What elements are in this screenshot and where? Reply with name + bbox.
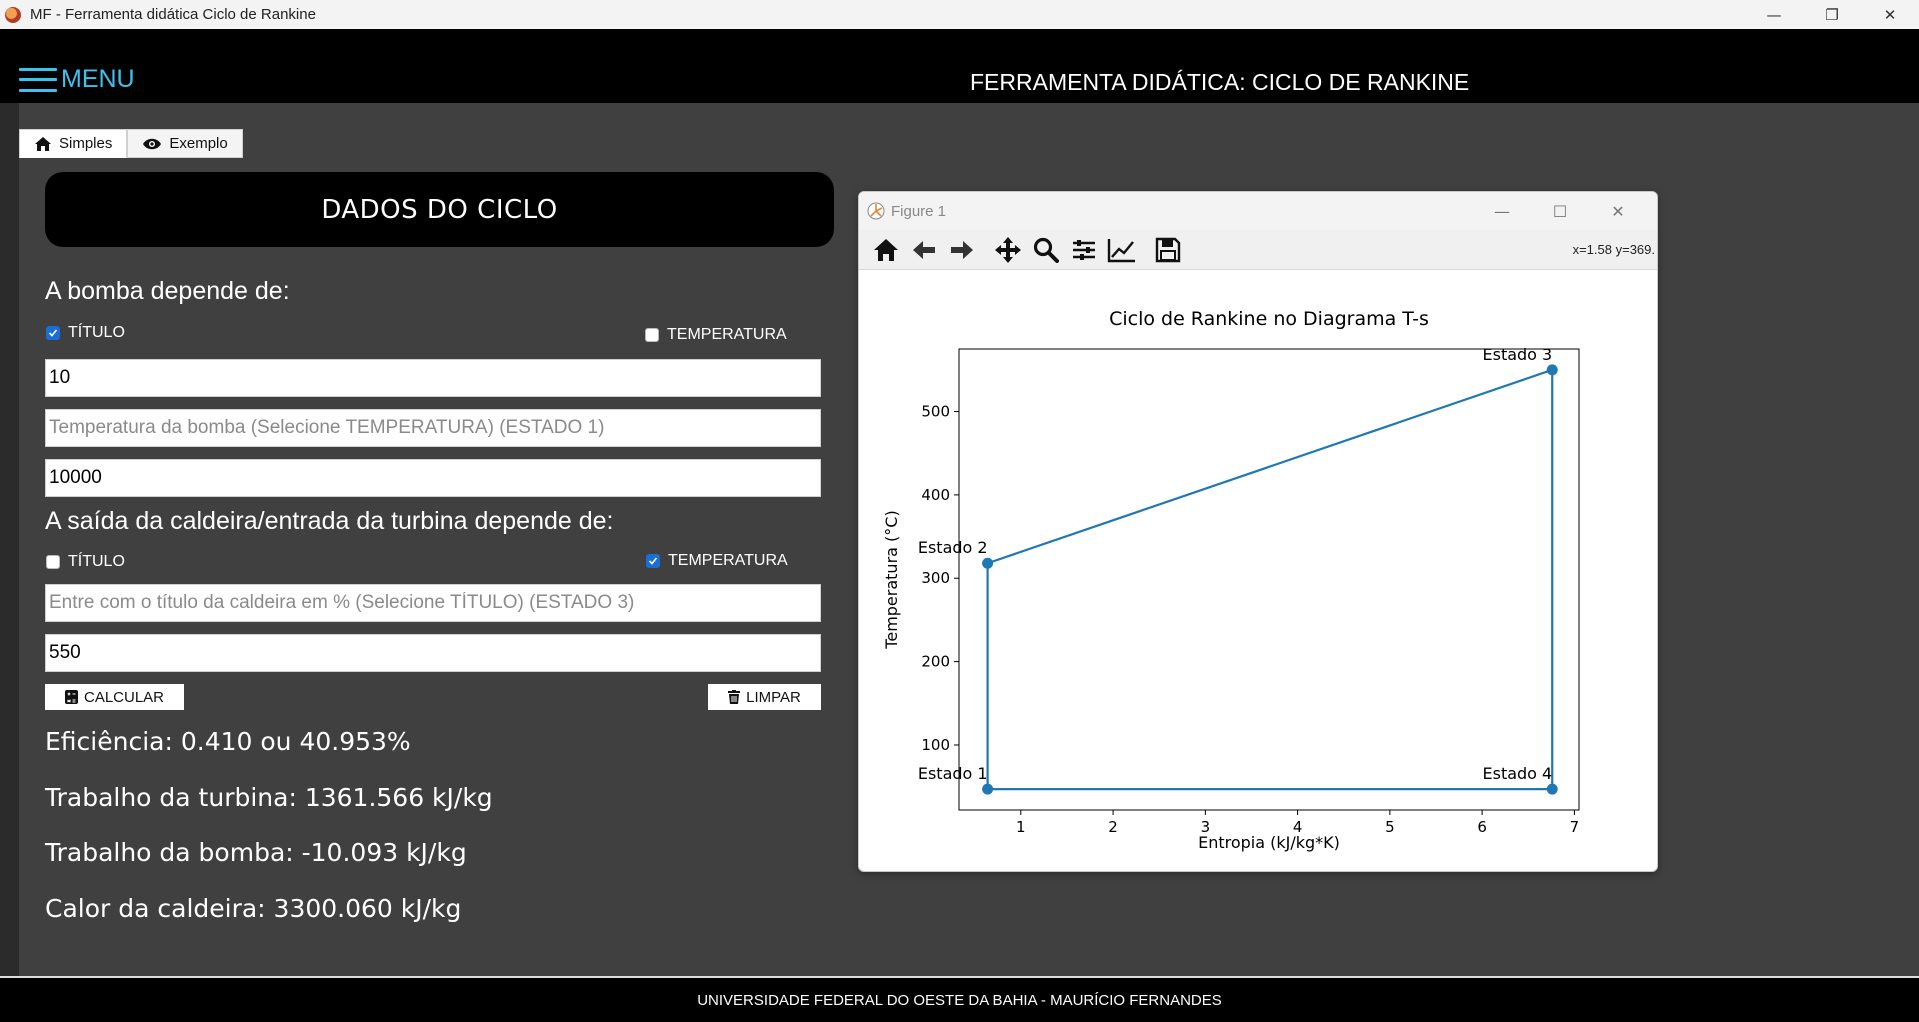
back-arrow-icon[interactable] <box>907 233 941 267</box>
hamburger-icon <box>19 67 57 92</box>
calcular-label: CALCULAR <box>83 688 165 706</box>
axes-frame <box>958 348 1580 811</box>
figure-titlebar: Figure 1 — ☐ ✕ <box>859 192 1657 230</box>
footer: UNIVERSIDADE FEDERAL DO OESTE DA BAHIA -… <box>0 976 1919 1022</box>
pump-titulo-checkbox[interactable]: TÍTULO <box>46 324 125 342</box>
tab-bar: Simples Exemplo <box>19 129 243 158</box>
checkbox-label: TEMPERATURA <box>667 326 787 343</box>
result-trabalho-turbina: Trabalho da turbina: 1361.566 kJ/kg <box>45 783 493 812</box>
tab-simples[interactable]: Simples <box>19 129 128 158</box>
state-point <box>982 783 994 795</box>
checkbox-label: TÍTULO <box>68 553 125 570</box>
zoom-icon[interactable] <box>1029 233 1063 267</box>
trash-icon <box>728 690 741 704</box>
state-label: Estado 3 <box>1483 345 1553 364</box>
figure-title: Figure 1 <box>891 202 947 220</box>
state-point <box>982 557 994 569</box>
matplotlib-icon <box>867 202 885 220</box>
close-button[interactable]: ✕ <box>1861 0 1919 29</box>
checkbox-checked-icon <box>646 554 660 568</box>
eye-icon <box>143 138 162 149</box>
limpar-label: LIMPAR <box>746 688 801 706</box>
restore-button[interactable]: ❐ <box>1803 0 1861 29</box>
pump-temperatura-checkbox[interactable]: TEMPERATURA <box>645 326 787 344</box>
figure-toolbar: x=1.58 y=369. <box>859 230 1657 270</box>
x-tick-label: 2 <box>1108 818 1118 836</box>
app-header: MENU FERRAMENTA DIDÁTICA: CICLO DE RANKI… <box>0 29 1919 103</box>
calculator-icon <box>64 690 78 704</box>
pump-temperatura-input[interactable] <box>45 409 821 447</box>
configure-subplots-icon[interactable] <box>1067 233 1101 267</box>
plot-area: Ciclo de Rankine no Diagrama T-s 1 2 3 4 5 6 7 1… <box>859 270 1657 871</box>
y-tick-label: 400 <box>921 486 950 504</box>
state-point <box>1546 364 1558 376</box>
section-header: DADOS DO CICLO <box>45 172 834 247</box>
y-tick-label: 200 <box>921 653 950 671</box>
rankine-chart: Ciclo de Rankine no Diagrama T-s1 2 3 4 5 6 71… <box>882 308 1580 852</box>
x-axis-label: Entropia (kJ/kg*K) <box>1198 833 1340 852</box>
edit-axis-icon[interactable] <box>1105 233 1139 267</box>
window-titlebar: MF - Ferramenta didática Ciclo de Rankin… <box>0 0 1919 29</box>
limpar-button[interactable]: LIMPAR <box>708 684 821 710</box>
y-axis-label: Temperatura (°C) <box>882 510 901 649</box>
checkbox-unchecked-icon <box>645 328 659 342</box>
state-point <box>1546 783 1558 795</box>
chart-title: Ciclo de Rankine no Diagrama T-s <box>1109 308 1429 330</box>
boiler-titulo-input[interactable] <box>45 584 821 622</box>
pan-icon[interactable] <box>991 233 1025 267</box>
pump-titulo-input[interactable] <box>45 359 821 397</box>
home-icon <box>35 136 51 151</box>
checkbox-unchecked-icon <box>46 555 60 569</box>
state-label: Estado 4 <box>1483 764 1553 783</box>
checkbox-label: TÍTULO <box>68 324 125 341</box>
figure-maximize-button[interactable]: ☐ <box>1531 192 1589 230</box>
y-tick-label: 100 <box>921 736 950 754</box>
pump-label: A bomba depende de: <box>45 277 290 305</box>
tab-label: Simples <box>59 135 113 152</box>
cycle-line <box>986 368 1554 791</box>
x-tick-label: 7 <box>1570 818 1580 836</box>
section-title: DADOS DO CICLO <box>321 194 558 225</box>
cursor-coords: x=1.58 y=369. <box>1572 242 1655 257</box>
app-icon <box>5 6 21 23</box>
calcular-button[interactable]: CALCULAR <box>45 684 184 710</box>
x-tick-label: 5 <box>1385 818 1395 836</box>
minimize-button[interactable]: — <box>1745 0 1803 29</box>
figure-window: Figure 1 — ☐ ✕ x=1.58 y=369. Ciclo de Ra… <box>858 191 1658 872</box>
result-trabalho-bomba: Trabalho da bomba: -10.093 kJ/kg <box>45 838 467 867</box>
boiler-temperatura-checkbox[interactable]: TEMPERATURA <box>646 552 788 570</box>
y-tick-label: 500 <box>921 403 950 421</box>
window-title: MF - Ferramenta didática Ciclo de Rankin… <box>30 6 316 23</box>
menu-button[interactable]: MENU <box>19 65 135 94</box>
result-eficiencia: Eficiência: 0.410 ou 40.953% <box>45 727 411 756</box>
save-icon[interactable] <box>1151 233 1185 267</box>
state-label: Estado 1 <box>918 764 988 783</box>
boiler-temperatura-input[interactable] <box>45 634 821 672</box>
boiler-titulo-checkbox[interactable]: TÍTULO <box>46 553 125 571</box>
x-tick-label: 6 <box>1477 818 1487 836</box>
app-heading: FERRAMENTA DIDÁTICA: CICLO DE RANKINE <box>970 69 1470 95</box>
y-tick-label: 300 <box>921 569 950 587</box>
state-label: Estado 2 <box>918 538 988 557</box>
tab-exemplo[interactable]: Exemplo <box>127 129 243 158</box>
x-tick-label: 1 <box>1016 818 1026 836</box>
home-icon[interactable] <box>869 233 903 267</box>
menu-label: MENU <box>61 65 135 93</box>
tab-label: Exemplo <box>169 135 228 152</box>
forward-arrow-icon[interactable] <box>945 233 979 267</box>
footer-text: UNIVERSIDADE FEDERAL DO OESTE DA BAHIA -… <box>697 991 1222 1009</box>
boiler-label: A saída da caldeira/entrada da turbina d… <box>45 507 614 535</box>
figure-close-button[interactable]: ✕ <box>1589 192 1647 230</box>
result-calor-caldeira: Calor da caldeira: 3300.060 kJ/kg <box>45 894 462 923</box>
checkbox-checked-icon <box>46 326 60 340</box>
checkbox-label: TEMPERATURA <box>668 552 788 569</box>
pressure-input[interactable] <box>45 459 821 497</box>
figure-minimize-button[interactable]: — <box>1473 192 1531 230</box>
